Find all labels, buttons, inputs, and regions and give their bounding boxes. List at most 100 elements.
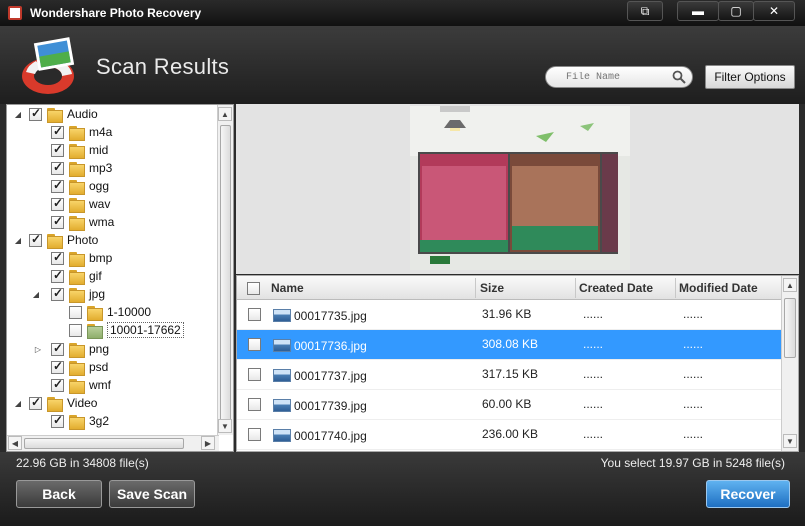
folder-icon <box>47 233 63 249</box>
expanded-arrow-icon[interactable]: ◢ <box>31 290 41 299</box>
table-row[interactable]: 00017739.jpg 60.00 KB ...... ...... <box>237 390 782 420</box>
checkbox[interactable] <box>51 359 64 374</box>
expanded-arrow-icon[interactable]: ◢ <box>13 236 23 245</box>
tree-item-3g2[interactable]: 3g2 <box>51 412 109 430</box>
search-icon[interactable] <box>672 70 686 84</box>
scrollbar-thumb[interactable] <box>24 438 184 449</box>
maximize-button[interactable]: ▢ <box>718 1 754 21</box>
scroll-right-icon[interactable]: ▶ <box>201 436 215 450</box>
checkbox[interactable] <box>51 341 64 356</box>
tree-horizontal-scrollbar[interactable]: ◀ ▶ <box>7 435 219 451</box>
folder-icon <box>69 251 85 267</box>
expanded-arrow-icon[interactable]: ◢ <box>13 399 23 408</box>
image-file-icon <box>273 429 291 442</box>
scroll-down-icon[interactable]: ▼ <box>218 419 232 433</box>
tree-item-mid[interactable]: mid <box>51 141 108 159</box>
checkbox[interactable] <box>29 232 42 247</box>
checkbox[interactable] <box>51 124 64 139</box>
tree-item-10001-17662[interactable]: 10001-17662 <box>69 321 184 339</box>
column-divider[interactable] <box>675 278 676 298</box>
image-file-icon <box>273 369 291 382</box>
scroll-left-icon[interactable]: ◀ <box>8 436 22 450</box>
column-divider[interactable] <box>575 278 576 298</box>
checkbox[interactable] <box>69 323 82 337</box>
tree-item-ogg[interactable]: ogg <box>51 177 109 195</box>
table-row[interactable]: 00017737.jpg 317.15 KB ...... ...... <box>237 360 782 390</box>
select-all-checkbox[interactable] <box>247 282 260 295</box>
folder-icon <box>69 125 85 141</box>
tree-item-video[interactable]: ◢ Video <box>13 394 97 412</box>
tree-item-wmf[interactable]: wmf <box>51 376 111 394</box>
collapsed-arrow-icon[interactable]: ▷ <box>33 345 43 354</box>
checkbox[interactable] <box>69 305 82 319</box>
total-status: 22.96 GB in 34808 file(s) <box>16 456 149 470</box>
header: Scan Results Filter Options <box>0 26 805 104</box>
table-row[interactable]: 00017740.jpg 236.00 KB ...... ...... <box>237 420 782 450</box>
column-created-date[interactable]: Created Date <box>579 281 653 295</box>
row-checkbox[interactable] <box>248 338 261 351</box>
tree-item-png[interactable]: ▷ png <box>33 340 109 358</box>
preview-pane <box>236 104 799 274</box>
expanded-arrow-icon[interactable]: ◢ <box>13 110 23 119</box>
minimize-button[interactable]: ▬ <box>677 1 719 21</box>
row-checkbox[interactable] <box>248 428 261 441</box>
back-button[interactable]: Back <box>16 480 102 508</box>
tree-item-1-10000[interactable]: 1-10000 <box>69 303 151 321</box>
tree-item-audio[interactable]: ◢ Audio <box>13 105 98 123</box>
file-list: Name Size Created Date Modified Date 000… <box>236 275 799 452</box>
recover-button[interactable]: Recover <box>706 480 790 508</box>
tree-item-m4a[interactable]: m4a <box>51 123 112 141</box>
tree-vertical-scrollbar[interactable]: ▲ ▼ <box>217 105 233 435</box>
folder-icon <box>69 197 85 213</box>
close-button[interactable]: ✕ <box>753 1 795 21</box>
checkbox[interactable] <box>51 286 64 301</box>
tree-item-psd[interactable]: psd <box>51 358 108 376</box>
tree-item-photo[interactable]: ◢ Photo <box>13 231 98 249</box>
scroll-up-icon[interactable]: ▲ <box>218 107 232 121</box>
image-file-icon <box>273 339 291 352</box>
checkbox[interactable] <box>51 178 64 193</box>
checkbox[interactable] <box>51 196 64 211</box>
checkbox[interactable] <box>51 413 64 428</box>
scroll-up-icon[interactable]: ▲ <box>783 278 797 292</box>
tree-item-gif[interactable]: gif <box>51 267 102 285</box>
tree-item-wma[interactable]: wma <box>51 213 114 231</box>
table-row[interactable]: 00017735.jpg 31.96 KB ...... ...... <box>237 300 782 330</box>
list-header: Name Size Created Date Modified Date <box>237 276 782 300</box>
title-bar: Wondershare Photo Recovery ⧉ ▬ ▢ ✕ <box>0 0 805 26</box>
table-row[interactable]: 00017736.jpg 308.08 KB ...... ...... <box>237 330 782 360</box>
tree-item-mp3[interactable]: mp3 <box>51 159 112 177</box>
restore-button[interactable]: ⧉ <box>627 1 663 21</box>
scrollbar-thumb[interactable] <box>784 298 796 358</box>
checkbox[interactable] <box>29 106 42 121</box>
folder-icon <box>87 305 103 321</box>
search-input[interactable] <box>556 69 674 85</box>
scrollbar-thumb[interactable] <box>220 125 231 425</box>
column-divider[interactable] <box>475 278 476 298</box>
row-checkbox[interactable] <box>248 398 261 411</box>
column-size[interactable]: Size <box>480 281 504 295</box>
checkbox[interactable] <box>51 377 64 392</box>
column-modified-date[interactable]: Modified Date <box>679 281 758 295</box>
row-checkbox[interactable] <box>248 368 261 381</box>
tree-item-jpg[interactable]: ◢ jpg <box>31 285 105 303</box>
list-vertical-scrollbar[interactable]: ▲ ▼ <box>781 276 798 451</box>
tree-item-wav[interactable]: wav <box>51 195 110 213</box>
column-name[interactable]: Name <box>271 281 304 295</box>
scroll-down-icon[interactable]: ▼ <box>783 434 797 448</box>
folder-icon <box>47 107 63 123</box>
save-scan-button[interactable]: Save Scan <box>109 480 195 508</box>
folder-icon <box>69 287 85 303</box>
photo-recovery-logo-icon <box>22 37 75 94</box>
checkbox[interactable] <box>51 160 64 175</box>
checkbox[interactable] <box>51 214 64 229</box>
folder-icon <box>69 414 85 430</box>
row-checkbox[interactable] <box>248 308 261 321</box>
checkbox[interactable] <box>51 268 64 283</box>
checkbox[interactable] <box>51 142 64 157</box>
tree-item-bmp[interactable]: bmp <box>51 249 112 267</box>
checkbox[interactable] <box>29 395 42 410</box>
file-type-tree: ◢ Audio m4a mid mp3 ogg wav wma ◢ Photo <box>6 104 234 452</box>
filter-options-button[interactable]: Filter Options <box>705 65 795 89</box>
checkbox[interactable] <box>51 250 64 265</box>
